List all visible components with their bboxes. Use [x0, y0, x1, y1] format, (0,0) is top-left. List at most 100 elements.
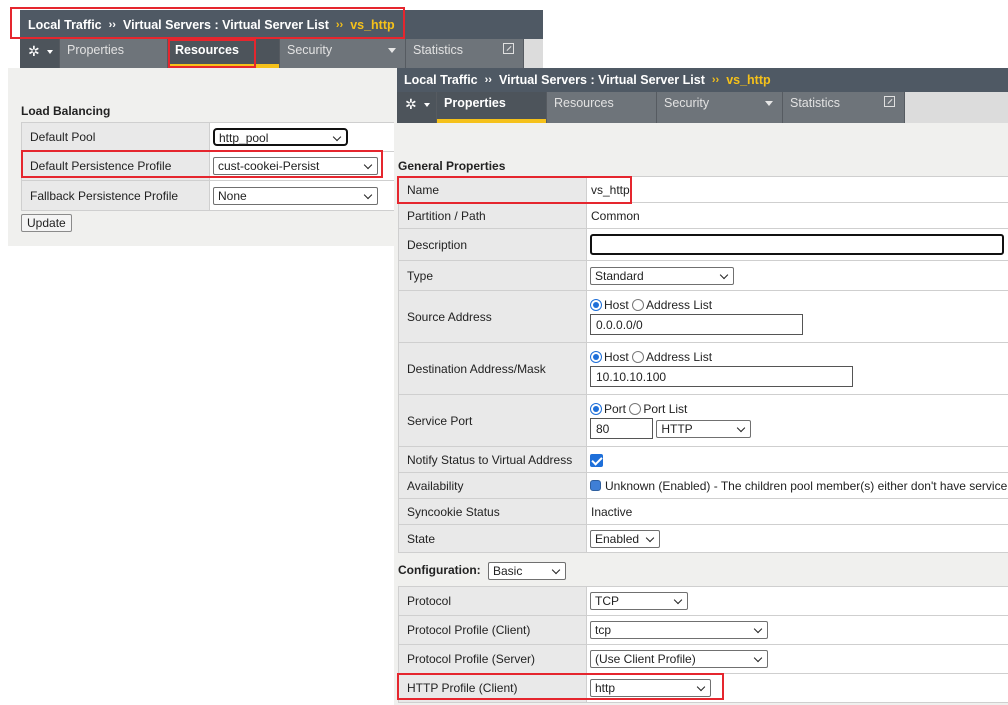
popout-icon[interactable]: [503, 43, 514, 54]
tab-label: Resources: [554, 96, 614, 110]
destination-host-radio[interactable]: [590, 351, 602, 363]
right-tab-bar: ✲ Properties Resources Security Statisti…: [397, 92, 1008, 123]
destination-label: Destination Address/Mask: [398, 342, 587, 395]
type-select[interactable]: Standard: [590, 266, 734, 285]
default-pool-select[interactable]: http_pool: [213, 128, 348, 146]
default-persistence-select[interactable]: cust-cookei-Persist: [213, 157, 378, 175]
row-type: Type Standard: [398, 260, 1008, 291]
right-breadcrumb: Local Traffic ›› Virtual Servers : Virtu…: [397, 68, 1008, 92]
tab-statistics[interactable]: Statistics: [406, 39, 524, 68]
partition-label: Partition / Path: [398, 202, 587, 229]
radio-label: Address List: [646, 350, 713, 364]
row-syncookie: Syncookie Status Inactive: [398, 498, 1008, 525]
tab-statistics[interactable]: Statistics: [783, 92, 905, 123]
protocol-label: Protocol: [398, 586, 587, 616]
notify-status-checkbox[interactable]: [590, 453, 603, 467]
description-label: Description: [398, 228, 587, 261]
row-destination: Destination Address/Mask Host Address Li…: [398, 342, 1008, 395]
service-port-label: Service Port: [398, 394, 587, 447]
row-partition: Partition / Path Common: [398, 202, 1008, 229]
state-select[interactable]: Enabled: [590, 529, 660, 548]
tab-label: Security: [664, 96, 710, 110]
breadcrumb-current: vs_http: [350, 17, 395, 32]
left-gear-menu-button[interactable]: ✲: [20, 39, 60, 68]
source-address-list-radio[interactable]: [632, 299, 645, 311]
tab-properties[interactable]: Properties: [60, 39, 168, 68]
row-source-address: Source Address Host Address List 0.0.0.0…: [398, 290, 1008, 343]
configuration-row: Configuration: Basic: [398, 562, 566, 580]
breadcrumb-separator: ››: [711, 74, 720, 86]
tab-security[interactable]: Security: [280, 39, 406, 68]
name-value: vs_http: [586, 176, 1008, 203]
type-label: Type: [398, 260, 587, 291]
protocol-profile-server-label: Protocol Profile (Server): [398, 644, 587, 674]
gear-icon: ✲: [405, 96, 417, 112]
breadcrumb-separator: ››: [108, 18, 116, 31]
protocol-profile-server-select[interactable]: (Use Client Profile): [590, 650, 768, 668]
destination-address-input[interactable]: 10.10.10.100: [590, 366, 853, 387]
fallback-persistence-select[interactable]: None: [213, 186, 378, 205]
description-input[interactable]: [590, 234, 1004, 255]
general-properties-title: General Properties: [398, 159, 506, 173]
service-port-protocol-select[interactable]: HTTP: [656, 419, 752, 438]
row-availability: Availability Unknown (Enabled) - The chi…: [398, 472, 1008, 499]
notify-status-label: Notify Status to Virtual Address: [398, 446, 587, 473]
breadcrumb-virtual-server-list[interactable]: Virtual Servers : Virtual Server List: [499, 73, 705, 87]
load-balancing-title: Load Balancing: [21, 104, 111, 118]
tab-label: Statistics: [413, 43, 464, 57]
row-name: Name vs_http: [398, 176, 1008, 203]
radio-label: Host: [604, 350, 629, 364]
name-label: Name: [398, 176, 587, 203]
row-protocol-profile-client: Protocol Profile (Client) tcp: [398, 615, 1008, 645]
default-pool-label: Default Pool: [21, 122, 210, 152]
source-host-radio[interactable]: [590, 299, 602, 311]
syncookie-label: Syncookie Status: [398, 498, 587, 525]
destination-address-list-radio[interactable]: [632, 351, 645, 363]
update-button[interactable]: Update: [21, 214, 72, 232]
row-default-persistence: Default Persistence Profile cust-cookei-…: [21, 151, 401, 181]
configuration-table: Protocol TCP Protocol Profile (Client) t…: [398, 586, 1008, 703]
protocol-select[interactable]: TCP: [590, 592, 688, 610]
popout-icon[interactable]: [884, 96, 895, 107]
service-port-input[interactable]: 80: [590, 418, 653, 439]
http-profile-client-label: HTTP Profile (Client): [398, 673, 587, 703]
source-address-input[interactable]: 0.0.0.0/0: [590, 314, 803, 335]
configuration-select[interactable]: Basic: [488, 562, 566, 580]
http-profile-client-select[interactable]: http: [590, 679, 711, 697]
row-state: State Enabled: [398, 524, 1008, 553]
row-fallback-persistence: Fallback Persistence Profile None: [21, 180, 401, 211]
protocol-profile-client-label: Protocol Profile (Client): [398, 615, 587, 645]
row-service-port: Service Port Port Port List 80 HTTP: [398, 394, 1008, 447]
tab-resources[interactable]: Resources: [168, 39, 280, 68]
row-protocol-profile-server: Protocol Profile (Server) (Use Client Pr…: [398, 644, 1008, 674]
tab-properties[interactable]: Properties: [437, 92, 547, 123]
breadcrumb-virtual-server-list[interactable]: Virtual Servers : Virtual Server List: [123, 18, 329, 32]
radio-label: Port: [604, 402, 627, 416]
port-radio[interactable]: [590, 403, 602, 415]
tab-label: Properties: [444, 96, 506, 110]
gear-icon: ✲: [28, 43, 40, 59]
breadcrumb-local-traffic[interactable]: Local Traffic: [404, 73, 478, 87]
breadcrumb-local-traffic[interactable]: Local Traffic: [28, 18, 102, 32]
right-gear-menu-button[interactable]: ✲: [397, 92, 437, 123]
tab-security[interactable]: Security: [657, 92, 783, 123]
left-tab-bar: ✲ Properties Resources Security Statisti…: [20, 39, 543, 68]
chevron-down-icon: [424, 103, 430, 107]
port-list-radio[interactable]: [629, 403, 642, 415]
row-notify-status: Notify Status to Virtual Address: [398, 446, 1008, 473]
protocol-profile-client-select[interactable]: tcp: [590, 621, 768, 639]
breadcrumb-separator: ››: [335, 18, 344, 31]
availability-label: Availability: [398, 472, 587, 499]
tab-resources[interactable]: Resources: [547, 92, 657, 123]
source-address-label: Source Address: [398, 290, 587, 343]
row-http-profile-client: HTTP Profile (Client) http: [398, 673, 1008, 703]
chevron-down-icon: [765, 101, 773, 106]
general-properties-table: Name vs_http Partition / Path Common Des…: [398, 176, 1008, 553]
syncookie-value: Inactive: [586, 498, 1008, 525]
chevron-down-icon: [47, 50, 53, 54]
tab-label: Statistics: [790, 96, 841, 110]
state-label: State: [398, 524, 587, 553]
configuration-label: Configuration:: [398, 563, 481, 578]
left-breadcrumb: Local Traffic ›› Virtual Servers : Virtu…: [20, 10, 543, 39]
partition-value: Common: [586, 202, 1008, 229]
